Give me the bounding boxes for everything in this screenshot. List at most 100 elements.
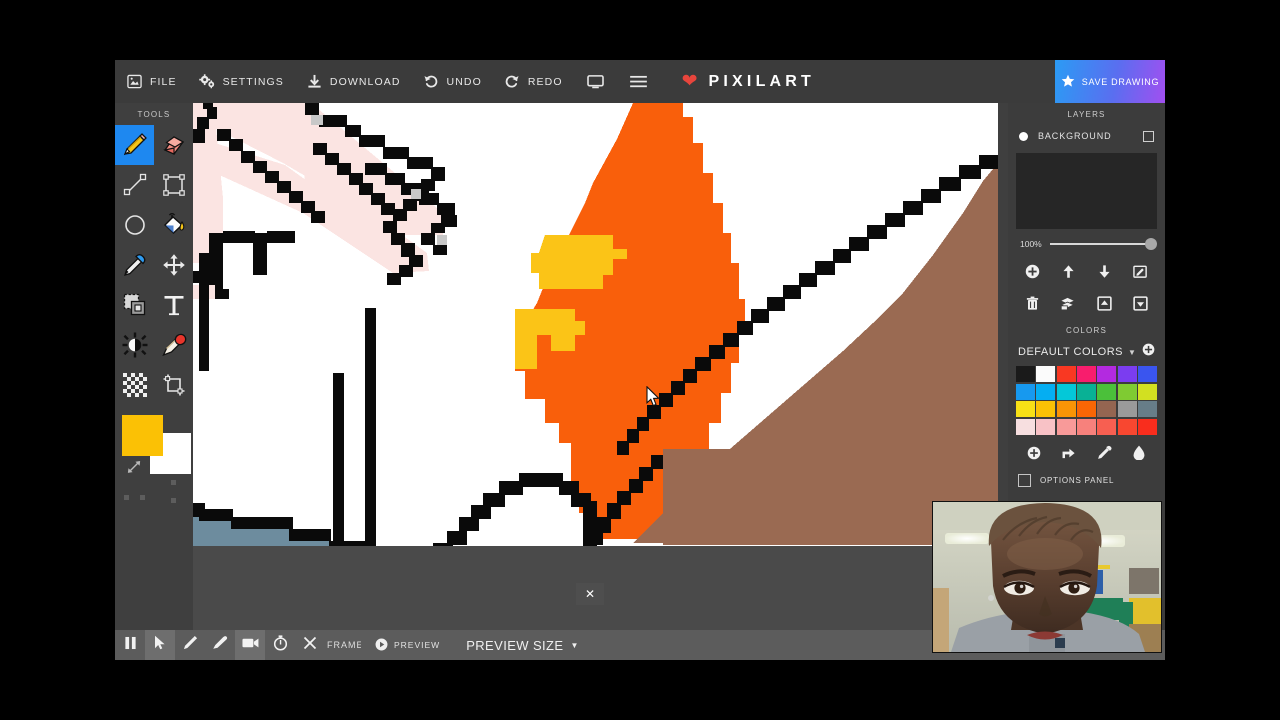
- pause-button[interactable]: [115, 630, 145, 660]
- move-tool[interactable]: [154, 245, 193, 285]
- smudge-brush-icon: [161, 332, 187, 358]
- add-color-button[interactable]: [1023, 442, 1045, 464]
- color-swatch[interactable]: [1097, 401, 1117, 417]
- checkbox-icon[interactable]: [1018, 473, 1031, 487]
- menu-undo[interactable]: UNDO: [412, 60, 493, 103]
- color-swatch[interactable]: [1097, 418, 1117, 435]
- checkbox-icon[interactable]: [1143, 130, 1154, 142]
- menu-file[interactable]: FILE: [115, 60, 188, 103]
- eyedropper-tool[interactable]: [115, 245, 154, 285]
- select-tool[interactable]: [115, 285, 154, 325]
- opacity-knob[interactable]: [1145, 238, 1157, 250]
- close-preview-button[interactable]: ✕: [576, 583, 604, 605]
- add-palette-button[interactable]: [1142, 343, 1155, 361]
- move-layer-up-button[interactable]: [1057, 260, 1079, 282]
- color-swatch[interactable]: [1077, 418, 1096, 435]
- video-record-button[interactable]: [235, 630, 265, 660]
- layer-row-background[interactable]: BACKGROUND: [1008, 125, 1165, 147]
- color-swatch[interactable]: [1056, 366, 1076, 382]
- dither-tool[interactable]: [115, 365, 154, 405]
- redo-arrow-icon: [504, 73, 521, 90]
- color-swatch[interactable]: [1077, 366, 1096, 382]
- webcam-overlay[interactable]: [932, 501, 1162, 653]
- color-swatch[interactable]: [1138, 418, 1157, 435]
- menu-settings[interactable]: SETTINGS: [188, 60, 295, 103]
- brush-button[interactable]: [205, 630, 235, 660]
- color-swatch[interactable]: [1138, 401, 1157, 417]
- color-swatch[interactable]: [1117, 401, 1137, 417]
- color-swatch[interactable]: [1036, 401, 1056, 417]
- color-swatch[interactable]: [1138, 366, 1157, 382]
- add-layer-button[interactable]: [1021, 260, 1043, 282]
- lighten-darken-tool[interactable]: [115, 325, 154, 365]
- chevron-down-icon[interactable]: ▼: [1128, 348, 1136, 357]
- hamburger-menu-button[interactable]: [617, 60, 660, 103]
- palette-header[interactable]: DEFAULT COLORS ▼: [1008, 341, 1165, 363]
- handle-dot: [140, 495, 145, 500]
- swap-colors-icon[interactable]: [126, 458, 143, 475]
- preview-button[interactable]: PREVIEW: [375, 638, 440, 653]
- tools-panel-title: TOOLS: [137, 110, 171, 119]
- rectangle-tool[interactable]: [154, 165, 193, 205]
- opacity-track[interactable]: [1049, 238, 1157, 250]
- color-swatch[interactable]: [1016, 401, 1035, 417]
- ellipse-tool[interactable]: [115, 205, 154, 245]
- color-swatch[interactable]: [1117, 383, 1137, 400]
- primary-color-swatch[interactable]: [122, 415, 163, 456]
- layer-opacity-slider[interactable]: 100%: [1008, 229, 1165, 255]
- color-swatch[interactable]: [1036, 418, 1056, 435]
- color-swatch[interactable]: [1056, 383, 1076, 400]
- pen-button[interactable]: [175, 630, 205, 660]
- pick-color-button[interactable]: [1093, 442, 1115, 464]
- color-swatch[interactable]: [1056, 418, 1076, 435]
- options-panel-toggle[interactable]: OPTIONS PANEL: [1008, 467, 1165, 494]
- line-tool[interactable]: [115, 165, 154, 205]
- menu-redo[interactable]: REDO: [493, 60, 574, 103]
- color-swatch[interactable]: [1077, 383, 1096, 400]
- share-palette-button[interactable]: [1058, 442, 1080, 464]
- move-layer-down-button[interactable]: [1094, 260, 1116, 282]
- menu-settings-label: SETTINGS: [222, 75, 284, 88]
- color-swatch[interactable]: [1016, 418, 1035, 435]
- color-swatch[interactable]: [1036, 366, 1056, 382]
- select-cursor-button[interactable]: [145, 630, 175, 660]
- merge-down-button[interactable]: [1130, 292, 1152, 314]
- color-swatch[interactable]: [1056, 401, 1076, 417]
- duplicate-layer-button[interactable]: [1057, 292, 1079, 314]
- color-swatch[interactable]: [1016, 383, 1035, 400]
- file-icon: [126, 73, 143, 90]
- save-drawing-button[interactable]: SAVE DRAWING: [1055, 60, 1165, 103]
- color-swatch[interactable]: [1117, 366, 1137, 382]
- smudge-tool[interactable]: [154, 325, 193, 365]
- layer-actions-row-1: [1008, 255, 1165, 287]
- color-drop-button[interactable]: [1128, 442, 1150, 464]
- pause-icon: [124, 636, 137, 655]
- color-swatch[interactable]: [1077, 401, 1096, 417]
- preview-size-dropdown[interactable]: PREVIEW SIZE ▼: [466, 638, 579, 653]
- preview-button-label: PREVIEW: [394, 640, 441, 650]
- visibility-dot-icon[interactable]: [1019, 131, 1028, 141]
- circle-icon: [123, 213, 147, 237]
- edit-layer-button[interactable]: [1130, 260, 1152, 282]
- color-swatch[interactable]: [1097, 366, 1117, 382]
- delete-layer-button[interactable]: [1021, 292, 1043, 314]
- color-swatch[interactable]: [1117, 418, 1137, 435]
- color-swatch[interactable]: [1097, 383, 1117, 400]
- crop-tool[interactable]: [154, 365, 193, 405]
- close-button[interactable]: [295, 630, 325, 660]
- text-tool[interactable]: [154, 285, 193, 325]
- merge-up-button[interactable]: [1094, 292, 1116, 314]
- timer-button[interactable]: [265, 630, 295, 660]
- layer-name-label: BACKGROUND: [1038, 131, 1112, 141]
- monitor-preview-button[interactable]: [574, 60, 617, 103]
- color-swatch[interactable]: [1036, 383, 1056, 400]
- paint-bucket-tool[interactable]: [154, 205, 193, 245]
- menu-download[interactable]: DOWNLOAD: [295, 60, 412, 103]
- eraser-tool[interactable]: [154, 125, 193, 165]
- palette-name-label: DEFAULT COLORS: [1018, 346, 1124, 358]
- move-arrows-icon: [162, 253, 186, 277]
- pencil-tool[interactable]: [115, 125, 154, 165]
- rectangle-icon: [162, 173, 186, 197]
- color-swatch[interactable]: [1016, 366, 1035, 382]
- color-swatch[interactable]: [1138, 383, 1157, 400]
